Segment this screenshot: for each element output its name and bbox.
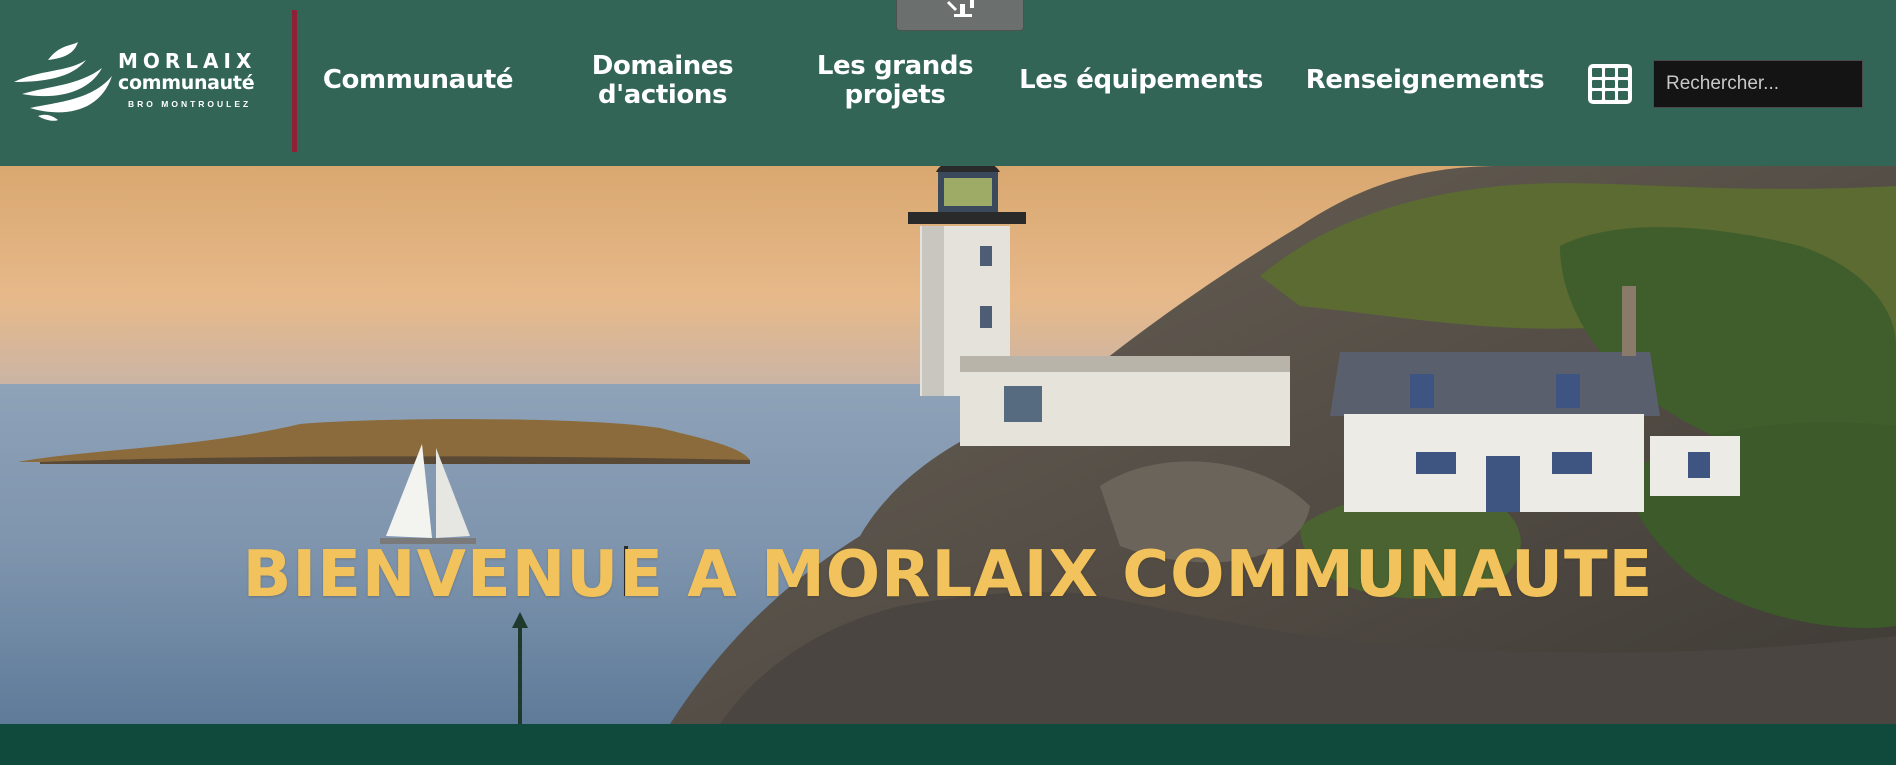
hero-title: BIENVENUE A MORLAIX COMMUNAUTE xyxy=(242,538,1654,612)
nav-grands-projets[interactable]: Les grands projets xyxy=(800,52,990,110)
nav-domaines-actions[interactable]: Domaines d'actions xyxy=(570,52,755,110)
logo-line-2: communauté xyxy=(118,72,255,94)
nav-renseignements-label: Renseignements xyxy=(1305,65,1545,95)
hero-photo xyxy=(0,166,1896,724)
nav-communaute-label: Communauté xyxy=(322,65,514,95)
grid-cell xyxy=(1592,91,1602,100)
nav-renseignements[interactable]: Renseignements xyxy=(1300,66,1550,95)
hero-banner: BIENVENUE A MORLAIX COMMUNAUTE xyxy=(0,166,1896,724)
logo-text: MORLAIX communauté BRO MONTROULEZ xyxy=(118,50,256,109)
header-divider xyxy=(292,10,297,152)
search-input[interactable] xyxy=(1653,60,1863,108)
nav-communaute[interactable]: Communauté xyxy=(318,66,518,95)
nav-projets-label-2: projets xyxy=(844,80,946,110)
grid-cell xyxy=(1605,91,1615,100)
nav-equipements[interactable]: Les équipements xyxy=(1016,66,1266,95)
grid-cell xyxy=(1605,68,1615,77)
grid-cell xyxy=(1618,79,1628,89)
nav-domaines-label-2: d'actions xyxy=(597,80,728,110)
nav-projets-label-1: Les grands xyxy=(816,51,974,81)
nav-equipements-label: Les équipements xyxy=(1019,65,1263,95)
grid-cell xyxy=(1592,68,1602,77)
grid-cell xyxy=(1592,79,1602,89)
logo-wing-icon xyxy=(14,42,112,121)
logo-line-3: BRO MONTROULEZ xyxy=(128,99,252,109)
nav-domaines-label-1: Domaines xyxy=(591,51,734,81)
grid-cell xyxy=(1618,91,1628,100)
site-logo[interactable]: MORLAIX communauté BRO MONTROULEZ xyxy=(8,42,255,126)
logo-line-1: MORLAIX xyxy=(118,49,257,73)
footer-band xyxy=(0,724,1896,765)
grid-cell xyxy=(1605,79,1615,89)
apps-grid-icon[interactable] xyxy=(1588,64,1632,104)
accessibility-tab[interactable] xyxy=(896,0,1024,31)
grid-cell xyxy=(1618,68,1628,77)
accessibility-icon xyxy=(946,0,974,17)
